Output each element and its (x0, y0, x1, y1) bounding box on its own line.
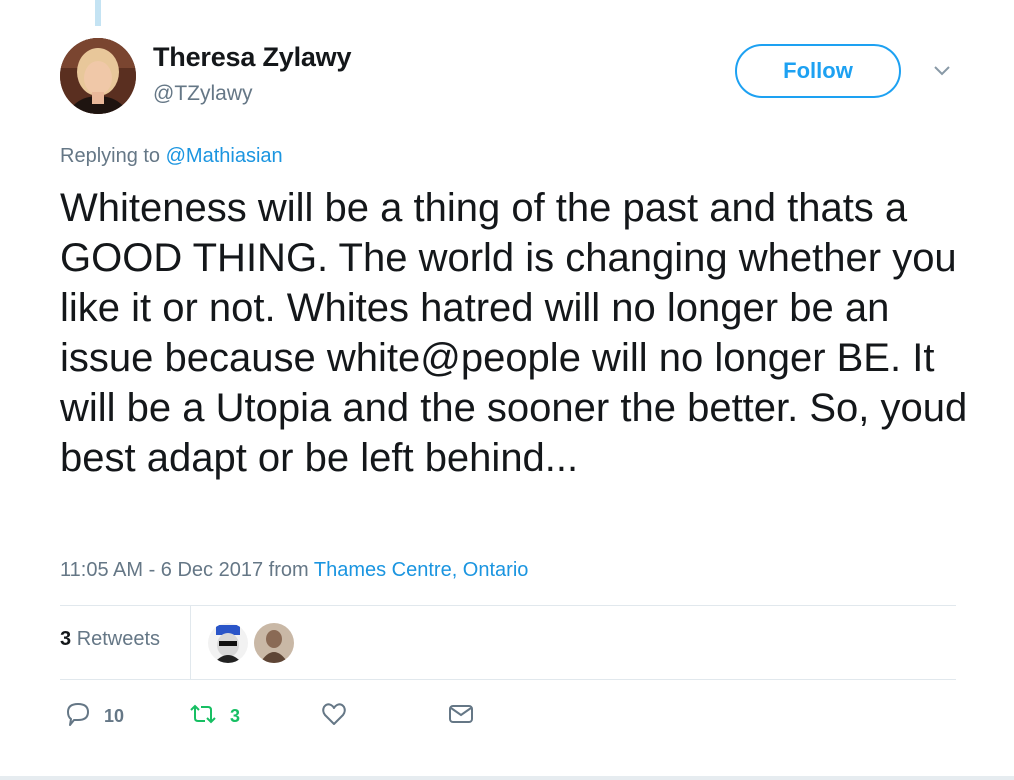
retweet-icon (188, 700, 218, 733)
follow-button[interactable]: Follow (735, 44, 901, 98)
tweet-meta: 11:05 AM - 6 Dec 2017 from Thames Centre… (60, 559, 528, 582)
reply-button[interactable]: 10 (64, 700, 124, 733)
retweets-stat-count: 3 (60, 628, 72, 650)
retweet-button[interactable]: 3 (188, 700, 240, 733)
divider-top (60, 605, 956, 606)
thread-connector-line (95, 0, 101, 26)
reply-count: 10 (104, 706, 125, 726)
chevron-down-icon[interactable] (931, 62, 953, 78)
retweet-count: 3 (230, 706, 241, 726)
direct-message-button[interactable] (447, 700, 475, 733)
retweets-stat[interactable]: 3 Retweets (60, 628, 160, 651)
reply-icon (64, 700, 92, 733)
reply-context: Replying to @Mathiasian (60, 145, 283, 168)
direct-message-icon (447, 700, 475, 733)
reply-context-prefix: Replying to (60, 145, 161, 167)
reply-mention-link[interactable]: @Mathiasian (166, 145, 283, 167)
retweeter-avatar[interactable] (208, 623, 248, 663)
tweet-text: Whiteness will be a thing of the past an… (60, 186, 968, 480)
author-name[interactable]: Theresa Zylawy (153, 42, 352, 73)
tweet-timestamp[interactable]: 11:05 AM - 6 Dec 2017 from (60, 559, 309, 581)
tweet-location-link[interactable]: Thames Centre, Ontario (314, 559, 529, 581)
author-handle[interactable]: @TZylawy (153, 82, 252, 106)
bottom-border (0, 776, 1014, 780)
tweet-page: Theresa Zylawy @TZylawy Follow Replying … (0, 0, 1014, 780)
like-button[interactable] (320, 700, 348, 733)
divider-bottom (60, 679, 956, 680)
retweeter-avatar[interactable] (254, 623, 294, 663)
like-icon (320, 700, 348, 733)
author-avatar[interactable] (60, 38, 136, 114)
stats-separator (190, 606, 191, 679)
retweets-stat-label: Retweets (76, 628, 161, 650)
